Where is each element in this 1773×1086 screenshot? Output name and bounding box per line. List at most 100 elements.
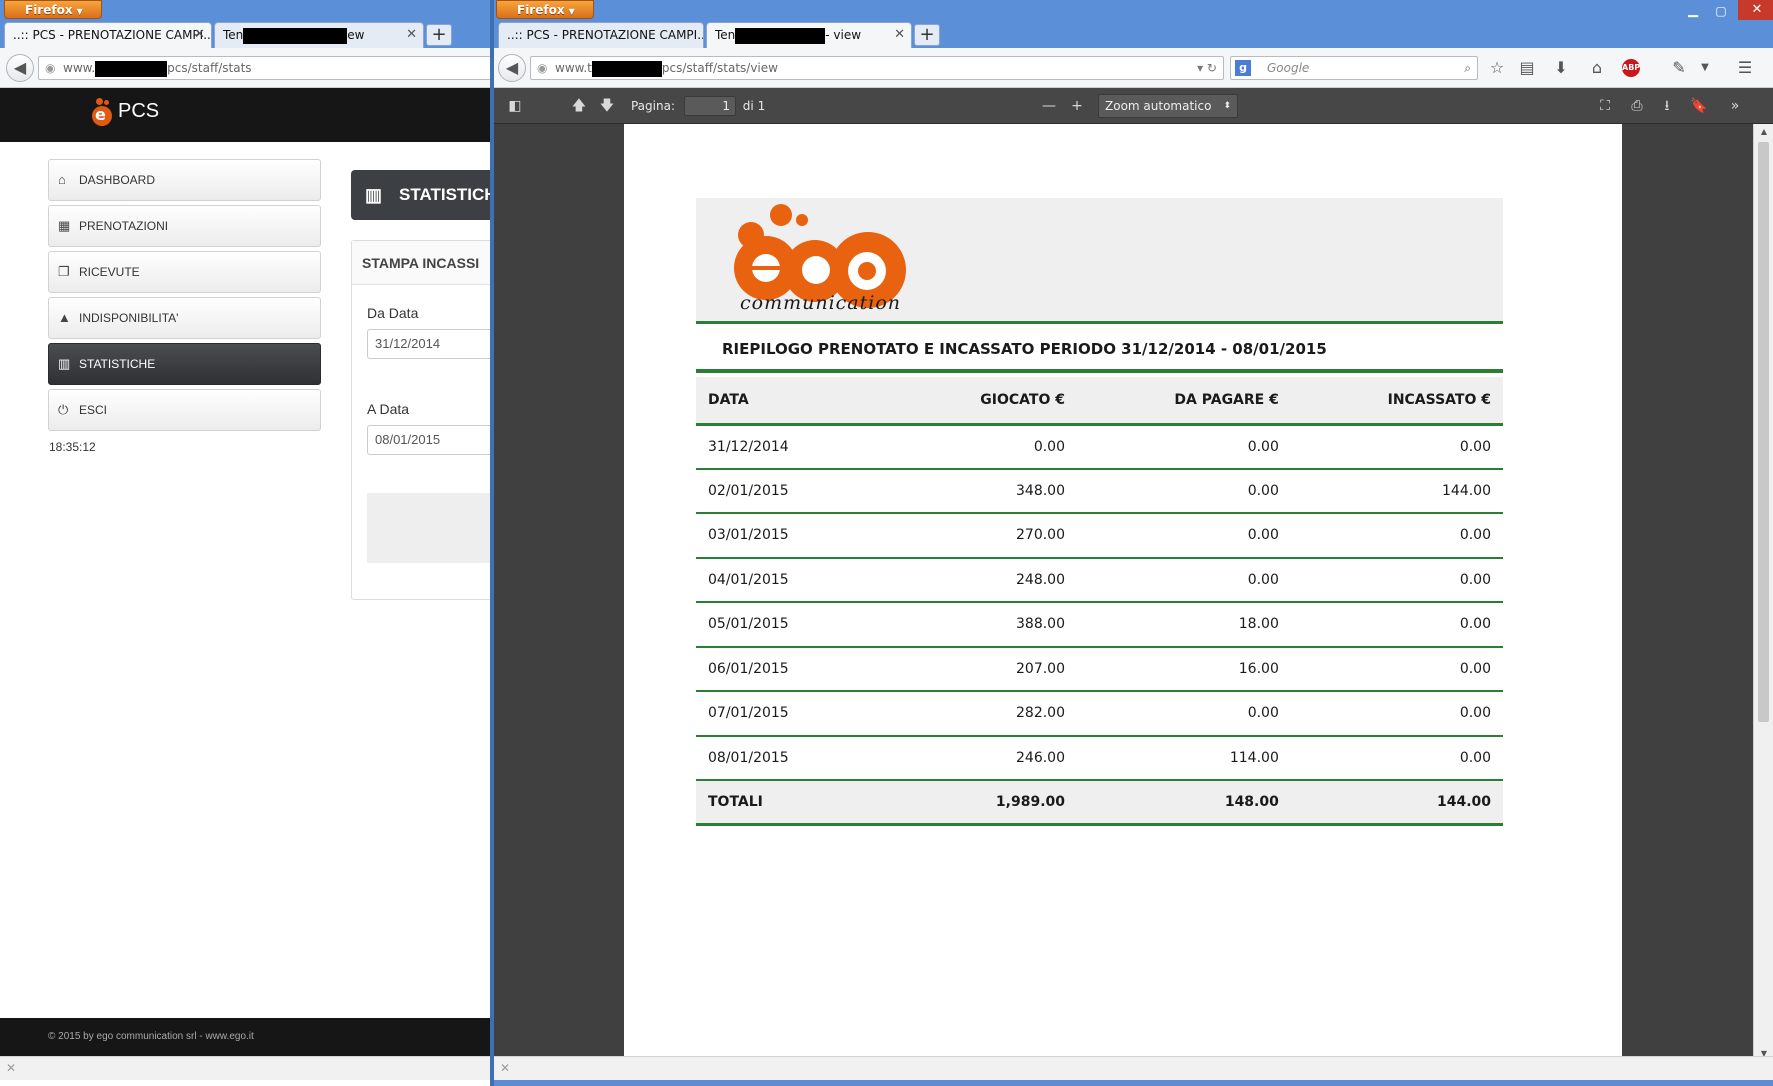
search-icon[interactable]: ⌕: [1464, 57, 1471, 79]
bar-chart-icon: ▥: [58, 356, 71, 371]
sidebar-toggle-icon[interactable]: ◧: [502, 88, 528, 124]
search-input[interactable]: g Google ⌕: [1230, 56, 1478, 80]
sidebar-item-label: STATISTICHE: [79, 357, 156, 371]
left-url-bar[interactable]: ◉ www. pcs/staff/stats: [38, 56, 490, 80]
minimize-icon[interactable]: ▁: [1682, 0, 1704, 22]
table-cell: 0.00: [1077, 691, 1291, 737]
bookmarks-list-icon[interactable]: ▤: [1516, 57, 1538, 79]
column-header: INCASSATO €: [1290, 377, 1503, 426]
close-icon[interactable]: ✕: [894, 23, 905, 47]
close-window-icon[interactable]: ✕: [1738, 0, 1773, 20]
sidebar-item-dashboard[interactable]: ⌂ DASHBOARD: [48, 159, 321, 201]
bookmark-icon[interactable]: 🔖: [1686, 88, 1712, 124]
table-cell: 02/01/2015: [696, 468, 896, 514]
da-data-input[interactable]: 31/12/2014: [367, 329, 490, 359]
vertical-scrollbar[interactable]: ▲ ▼: [1753, 124, 1773, 1062]
new-tab-button[interactable]: +: [426, 24, 452, 46]
globe-icon: ◉: [45, 61, 56, 75]
new-tab-button[interactable]: +: [914, 24, 940, 46]
url-prefix: www.t: [555, 61, 592, 75]
left-tab-view[interactable]: Ten ew ✕: [214, 22, 424, 48]
page-total: di 1: [742, 99, 766, 113]
table-cell: 0.00: [1290, 557, 1503, 603]
close-icon[interactable]: ✕: [194, 23, 205, 47]
report-title: RIEPILOGO PRENOTATO E INCASSATO PERIODO …: [696, 325, 1503, 373]
table-cell: 0.00: [1290, 691, 1503, 737]
clock: 18:35:12: [49, 440, 96, 454]
download-icon[interactable]: ⬇: [1550, 57, 1572, 79]
print-icon[interactable]: ⎙: [1624, 88, 1650, 124]
adblock-icon[interactable]: ABP: [1622, 59, 1640, 77]
chevron-down-icon[interactable]: ▼: [1694, 57, 1716, 79]
table-cell: 388.00: [896, 602, 1077, 648]
redaction-bar: [95, 60, 168, 77]
right-titlebar: ▁ ▢ ✕: [494, 0, 1773, 22]
tab-title: ..:: PCS - PRENOTAZIONE CAMPI...: [13, 28, 212, 42]
brand-text: communication: [740, 292, 902, 314]
search-placeholder: Google: [1267, 61, 1310, 75]
double-chevron-right-icon[interactable]: »: [1722, 88, 1748, 124]
reload-icon[interactable]: ▾ ↻: [1197, 57, 1217, 79]
table-cell: 248.00: [896, 557, 1077, 603]
sidebar-item-esci[interactable]: ⏻ ESCI: [48, 389, 321, 431]
page-label: Pagina:: [630, 99, 675, 113]
scrollbar-thumb[interactable]: [1758, 142, 1769, 722]
zoom-select[interactable]: Zoom automatico ⬍: [1098, 94, 1238, 118]
left-tab-pcs[interactable]: ..:: PCS - PRENOTAZIONE CAMPI... ✕: [4, 22, 212, 48]
redaction-bar: [735, 27, 826, 44]
panel-title: ▥ STATISTICHE: [351, 170, 490, 220]
left-tabstrip: ..:: PCS - PRENOTAZIONE CAMPI... ✕ Ten ew…: [0, 22, 490, 48]
table-cell: 0.00: [1290, 602, 1503, 648]
sidebar-item-label: DASHBOARD: [79, 173, 156, 187]
next-page-icon[interactable]: 🡇: [594, 88, 620, 124]
maximize-icon[interactable]: ▢: [1710, 0, 1732, 22]
table-cell: 114.00: [1077, 735, 1291, 781]
right-url-bar[interactable]: ◉ www.t pcs/staff/stats/view ▾ ↻: [530, 56, 1224, 80]
zoom-out-icon[interactable]: —: [1038, 88, 1060, 124]
sidebar-item-ricevute[interactable]: ❐ RICEVUTE: [48, 251, 321, 293]
table-cell: 07/01/2015: [696, 691, 896, 737]
left-statusbar: ✕: [0, 1056, 490, 1080]
table-cell: 0.00: [1290, 735, 1503, 781]
left-firefox-menu-button[interactable]: Firefox ▼: [4, 0, 102, 19]
table-row: 03/01/2015 270.00 0.00 0.00: [696, 513, 1503, 559]
table-cell: 06/01/2015: [696, 646, 896, 692]
copy-icon: ❐: [58, 264, 70, 279]
close-icon[interactable]: ✕: [500, 1061, 510, 1075]
a-data-input[interactable]: 08/01/2015: [367, 425, 490, 455]
home-icon: ⌂: [58, 172, 66, 187]
extension-icon[interactable]: ✎: [1668, 57, 1690, 79]
firefox-label: Firefox: [517, 3, 565, 17]
sidebar-item-statistiche[interactable]: ▥ STATISTICHE: [48, 343, 321, 385]
table-cell: 282.00: [896, 691, 1077, 737]
totals-cell: 148.00: [1077, 780, 1291, 826]
save-icon[interactable]: ⭳: [1654, 88, 1680, 124]
fullscreen-icon[interactable]: ⛶: [1592, 88, 1618, 124]
table-cell: 348.00: [896, 468, 1077, 514]
right-firefox-menu-button[interactable]: Firefox ▼: [496, 0, 594, 19]
home-icon[interactable]: ⌂: [1586, 57, 1608, 79]
close-icon[interactable]: ✕: [6, 1061, 16, 1075]
scroll-up-icon[interactable]: ▲: [1754, 124, 1773, 140]
calendar-icon: ▦: [58, 218, 71, 233]
table-row: 31/12/2014 0.00 0.00 0.00: [696, 424, 1503, 470]
page-number-input[interactable]: 1: [684, 96, 736, 116]
stampa-incassi-form: STAMPA INCASSI Da Data 31/12/2014 A Data…: [351, 240, 490, 600]
sidebar-item-prenotazioni[interactable]: ▦ PRENOTAZIONI: [48, 205, 321, 247]
ego-logo-icon: e: [88, 98, 112, 126]
right-tab-pcs[interactable]: ..:: PCS - PRENOTAZIONE CAMPI...: [498, 22, 704, 48]
previous-page-icon[interactable]: 🡅: [566, 88, 592, 124]
back-button[interactable]: ◀: [498, 54, 526, 82]
table-cell: 03/01/2015: [696, 513, 896, 559]
a-data-label: A Data: [367, 401, 410, 417]
close-icon[interactable]: ✕: [406, 23, 417, 47]
bookmark-star-icon[interactable]: ☆: [1486, 57, 1508, 79]
table-cell: 18.00: [1077, 602, 1291, 648]
sidebar-item-indisponibilita[interactable]: ▲ INDISPONIBILITA': [48, 297, 321, 339]
redaction-bar: [243, 27, 348, 44]
hamburger-menu-icon[interactable]: ☰: [1734, 57, 1756, 79]
zoom-in-icon[interactable]: +: [1066, 88, 1088, 124]
firefox-label: Firefox: [25, 3, 73, 17]
right-tab-view[interactable]: Ten - view ✕: [706, 22, 912, 48]
back-button[interactable]: ◀: [6, 54, 34, 82]
